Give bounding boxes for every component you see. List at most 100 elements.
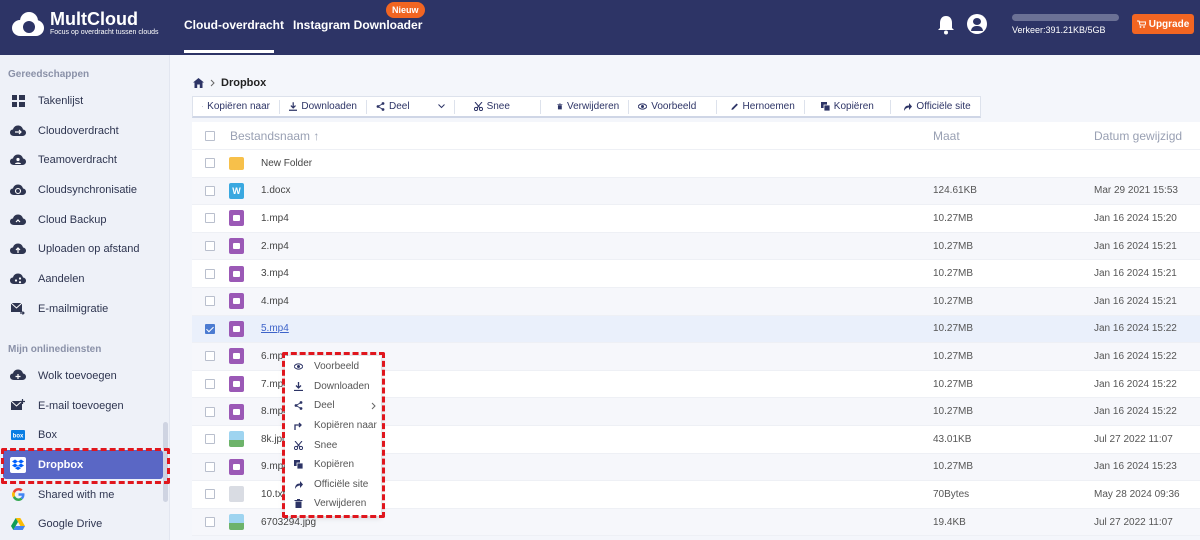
file-toolbar: Kopiëren naar Downloaden Deel Snee Verwi…	[192, 96, 981, 118]
row-checkbox[interactable]	[205, 461, 215, 472]
file-name[interactable]: 2.mp4	[261, 241, 289, 252]
column-header-date[interactable]: Datum gewijzigd	[1094, 129, 1182, 143]
video-icon	[229, 293, 244, 310]
multcloud-logo[interactable]: MultCloud Focus op overdracht tussen clo…	[10, 10, 159, 37]
home-icon[interactable]	[193, 78, 204, 88]
row-checkbox[interactable]	[205, 351, 215, 362]
file-date: Jan 16 2024 15:21	[1094, 240, 1177, 252]
active-tab-underline	[184, 50, 274, 53]
top-bar: MultCloud Focus op overdracht tussen clo…	[0, 0, 1200, 55]
file-name[interactable]: New Folder	[261, 158, 312, 169]
bell-icon[interactable]	[937, 15, 955, 35]
user-avatar-icon[interactable]	[967, 14, 987, 34]
share-label: Deel	[389, 101, 410, 112]
file-date: Jan 16 2024 15:22	[1094, 323, 1177, 335]
row-checkbox[interactable]	[205, 241, 215, 252]
preview-label: Voorbeeld	[651, 101, 697, 112]
file-date: Jan 16 2024 15:22	[1094, 406, 1177, 418]
column-header-name[interactable]: Bestandsnaam ↑	[230, 129, 319, 143]
email-migration-icon	[10, 301, 26, 317]
delete-button[interactable]: Verwijderen	[541, 99, 630, 114]
video-icon	[229, 238, 244, 255]
preview-button[interactable]: Voorbeeld	[629, 99, 717, 114]
logo-name: MultCloud	[50, 9, 138, 29]
file-date: Jan 16 2024 15:20	[1094, 212, 1177, 224]
traffic-progress-bar	[1012, 14, 1119, 21]
row-checkbox[interactable]	[205, 323, 215, 334]
sidebar-item-shared-with-me[interactable]: Shared with me	[0, 480, 165, 509]
table-row[interactable]: 5.mp4 10.27MB Jan 16 2024 15:22	[192, 315, 1200, 344]
file-date: Jan 16 2024 15:22	[1094, 378, 1177, 390]
sidebar-item-wolk-toevoegen[interactable]: Wolk toevoegen	[0, 361, 165, 390]
row-checkbox[interactable]	[205, 213, 215, 224]
sidebar-item-takenlijst[interactable]: Takenlijst	[0, 86, 165, 115]
add-email-icon	[10, 398, 26, 414]
column-header-size[interactable]: Maat	[933, 129, 960, 143]
cut-label: Snee	[486, 101, 510, 112]
tab-instagram-downloader[interactable]: Instagram Downloader	[293, 18, 422, 32]
upgrade-label: Upgrade	[1148, 18, 1190, 30]
row-checkbox[interactable]	[205, 268, 215, 279]
copy-to-icon	[202, 106, 204, 108]
row-checkbox[interactable]	[205, 185, 215, 196]
row-checkbox[interactable]	[205, 517, 215, 528]
file-name[interactable]: 1.docx	[261, 185, 290, 196]
download-label: Downloaden	[301, 101, 357, 112]
google-drive-icon	[10, 516, 26, 532]
row-checkbox[interactable]	[205, 406, 215, 417]
sidebar-item-e-mail-toevoegen[interactable]: E-mail toevoegen	[0, 391, 165, 420]
sidebar-item-cloudsynchronisatie[interactable]: Cloudsynchronisatie	[0, 175, 165, 204]
file-name[interactable]: 4.mp4	[261, 296, 289, 307]
file-name[interactable]: 6703294.jpg	[261, 517, 316, 528]
sidebar-item-aandelen[interactable]: Aandelen	[0, 264, 165, 293]
sidebar-item-label: Uploaden op afstand	[38, 242, 140, 255]
file-name[interactable]: 1.mp4	[261, 213, 289, 224]
file-size: 10.27MB	[933, 240, 974, 252]
sidebar-item-box[interactable]: box Box	[0, 420, 165, 449]
copy-to-button[interactable]: Kopiëren naar	[193, 99, 280, 114]
delete-label: Verwijderen	[566, 101, 620, 112]
share-button[interactable]: Deel	[367, 99, 455, 114]
file-name[interactable]: 3.mp4	[261, 268, 289, 279]
task-list-icon	[10, 93, 26, 109]
breadcrumb-current[interactable]: Dropbox	[221, 77, 266, 89]
pencil-icon	[731, 103, 738, 110]
select-all-checkbox[interactable]	[205, 130, 215, 141]
table-row[interactable]: 3.mp4 10.27MB Jan 16 2024 15:21	[192, 260, 1200, 288]
sidebar-item-label: E-mail toevoegen	[38, 399, 124, 412]
sidebar-item-uploaden-op-afstand[interactable]: Uploaden op afstand	[0, 234, 165, 263]
sidebar-item-cloudoverdracht[interactable]: Cloudoverdracht	[0, 116, 165, 145]
rename-label: Hernoemen	[742, 101, 795, 112]
cloud-backup-icon	[10, 212, 26, 228]
official-site-button[interactable]: Officiële site	[891, 100, 980, 114]
row-checkbox[interactable]	[205, 158, 215, 169]
row-checkbox[interactable]	[205, 434, 215, 445]
table-row[interactable]: 2.mp4 10.27MB Jan 16 2024 15:21	[192, 232, 1200, 261]
cut-button[interactable]: Snee	[455, 99, 542, 114]
table-row[interactable]: 4.mp4 10.27MB Jan 16 2024 15:21	[192, 287, 1200, 316]
table-header: Bestandsnaam ↑ Maat Datum gewijzigd	[192, 122, 1200, 150]
table-row[interactable]: 1.mp4 10.27MB Jan 16 2024 15:20	[192, 205, 1200, 233]
copy-button[interactable]: Kopiëren	[805, 99, 892, 114]
download-button[interactable]: Downloaden	[280, 99, 367, 114]
copy-label: Kopiëren	[833, 101, 874, 112]
table-row[interactable]: New Folder	[192, 150, 1200, 178]
row-checkbox[interactable]	[205, 489, 215, 500]
row-checkbox[interactable]	[205, 379, 215, 390]
video-icon	[229, 403, 244, 420]
table-row[interactable]: W 1.docx 124.61KB Mar 29 2021 15:53	[192, 177, 1200, 206]
sidebar-item-google-drive[interactable]: Google Drive	[0, 509, 165, 538]
file-date: Jan 16 2024 15:23	[1094, 461, 1177, 473]
upgrade-button[interactable]: Upgrade	[1132, 14, 1194, 34]
rename-button[interactable]: Hernoemen	[717, 99, 805, 114]
sidebar-item-e-mailmigratie[interactable]: E-mailmigratie	[0, 294, 165, 323]
sort-arrow-icon: ↑	[313, 128, 320, 143]
row-checkbox[interactable]	[205, 296, 215, 307]
tab-cloud-overdracht[interactable]: Cloud-overdracht	[184, 18, 284, 32]
word-icon: W	[229, 182, 244, 199]
sidebar-item-cloud-backup[interactable]: Cloud Backup	[0, 205, 165, 234]
sidebar-item-teamoverdracht[interactable]: Teamoverdracht	[0, 145, 165, 174]
file-name[interactable]: 5.mp4	[261, 323, 289, 334]
file-size: 10.27MB	[933, 268, 974, 280]
file-size: 10.27MB	[933, 323, 974, 335]
